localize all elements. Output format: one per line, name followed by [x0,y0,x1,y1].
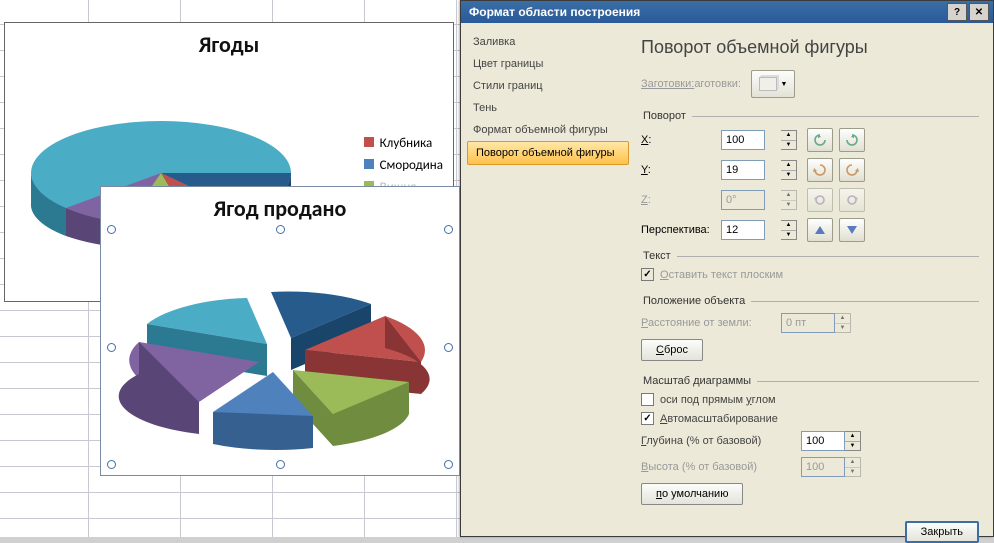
group-position: Положение объекта Расстояние от земли: ▲… [641,295,979,367]
rotation-y-label: Y: [641,164,721,176]
resize-handle[interactable] [444,460,453,469]
sidebar-item-shadow[interactable]: Тень [465,97,631,119]
perspective-spinner[interactable]: ▲▼ [781,220,797,240]
resize-handle[interactable] [107,343,116,352]
sidebar-item-3d-rotation[interactable]: Поворот объемной фигуры [467,141,629,165]
sidebar-item-3d-format[interactable]: Формат объемной фигуры [465,119,631,141]
distance-label: Расстояние от земли: [641,317,781,329]
right-angle-axes-label: оси под прямым углом [660,394,776,406]
rotate-y-down-button[interactable] [839,158,865,182]
format-plot-area-dialog: Формат области построения ? ✕ Заливка Цв… [460,0,994,537]
reset-button[interactable]: Сброс [641,339,703,361]
rotate-x-right-button[interactable] [839,128,865,152]
keep-text-flat-checkbox [641,268,654,281]
chart1-title: Ягоды [5,31,453,58]
presets-label: Заготовки:аготовки: [641,78,741,90]
rotate-x-left-button[interactable] [807,128,833,152]
sidebar-item-border-color[interactable]: Цвет границы [465,53,631,75]
height-spinner: ▲▼ [845,457,861,477]
depth-input[interactable] [801,431,845,451]
dialog-sidebar: Заливка Цвет границы Стили границ Тень Ф… [461,23,631,536]
chart-berries-sold[interactable]: Ягод продано [100,186,460,476]
perspective-narrow-button[interactable] [807,218,833,242]
chart2-plot-area[interactable] [111,229,449,465]
rotate-z-cw-button [839,188,865,212]
presets-dropdown[interactable]: ▼ [751,70,795,98]
rotation-z-label: Z: [641,194,721,206]
group-position-label: Положение объекта [641,295,751,307]
rotation-x-input[interactable] [721,130,765,150]
height-label: Высота (% от базовой) [641,461,801,473]
resize-handle[interactable] [276,225,285,234]
resize-handle[interactable] [444,225,453,234]
resize-handle[interactable] [107,225,116,234]
rotate-z-ccw-button [807,188,833,212]
rotation-y-input[interactable] [721,160,765,180]
dialog-panel: Поворот объемной фигуры Заготовки:аготов… [631,23,993,536]
pie-chart-2 [111,229,451,459]
rotation-x-label: X: [641,134,721,146]
resize-handle[interactable] [444,343,453,352]
resize-handle[interactable] [276,460,285,469]
legend-item: Смородина [364,155,443,177]
close-dialog-button[interactable]: Закрыть [905,521,979,543]
distance-spinner: ▲▼ [835,313,851,333]
dialog-title: Формат области построения [469,5,640,19]
sidebar-item-fill[interactable]: Заливка [465,31,631,53]
group-rotation: Поворот X: ▲▼ Y: ▲▼ Z: ▲▼ [641,110,979,242]
depth-label: Глубина (% от базовой) [641,435,801,447]
chart2-title: Ягод продано [101,195,459,222]
sidebar-item-border-styles[interactable]: Стили границ [465,75,631,97]
perspective-wide-button[interactable] [839,218,865,242]
default-button[interactable]: по умолчанию [641,483,743,505]
rotation-z-spinner: ▲▼ [781,190,797,210]
rotate-y-up-button[interactable] [807,158,833,182]
help-button[interactable]: ? [947,3,967,21]
height-input [801,457,845,477]
group-text-label: Текст [641,250,677,262]
rotation-x-spinner[interactable]: ▲▼ [781,130,797,150]
group-scale-label: Масштаб диаграммы [641,375,757,387]
autoscale-label: Автомасштабирование [660,413,778,425]
legend-item: Клубника [364,133,443,155]
autoscale-checkbox[interactable] [641,412,654,425]
rotation-z-input [721,190,765,210]
group-rotation-label: Поворот [641,110,692,122]
keep-text-flat-label: Оставить текст плоским [660,269,783,281]
close-button[interactable]: ✕ [969,3,989,21]
group-scale: Масштаб диаграммы оси под прямым углом А… [641,375,979,511]
dialog-titlebar[interactable]: Формат области построения ? ✕ [461,1,993,23]
perspective-label: Перспектива: [641,224,721,236]
group-text: Текст Оставить текст плоским [641,250,979,287]
perspective-input[interactable] [721,220,765,240]
right-angle-axes-checkbox[interactable] [641,393,654,406]
rotation-y-spinner[interactable]: ▲▼ [781,160,797,180]
resize-handle[interactable] [107,460,116,469]
depth-spinner[interactable]: ▲▼ [845,431,861,451]
distance-input [781,313,835,333]
panel-title: Поворот объемной фигуры [641,37,979,58]
